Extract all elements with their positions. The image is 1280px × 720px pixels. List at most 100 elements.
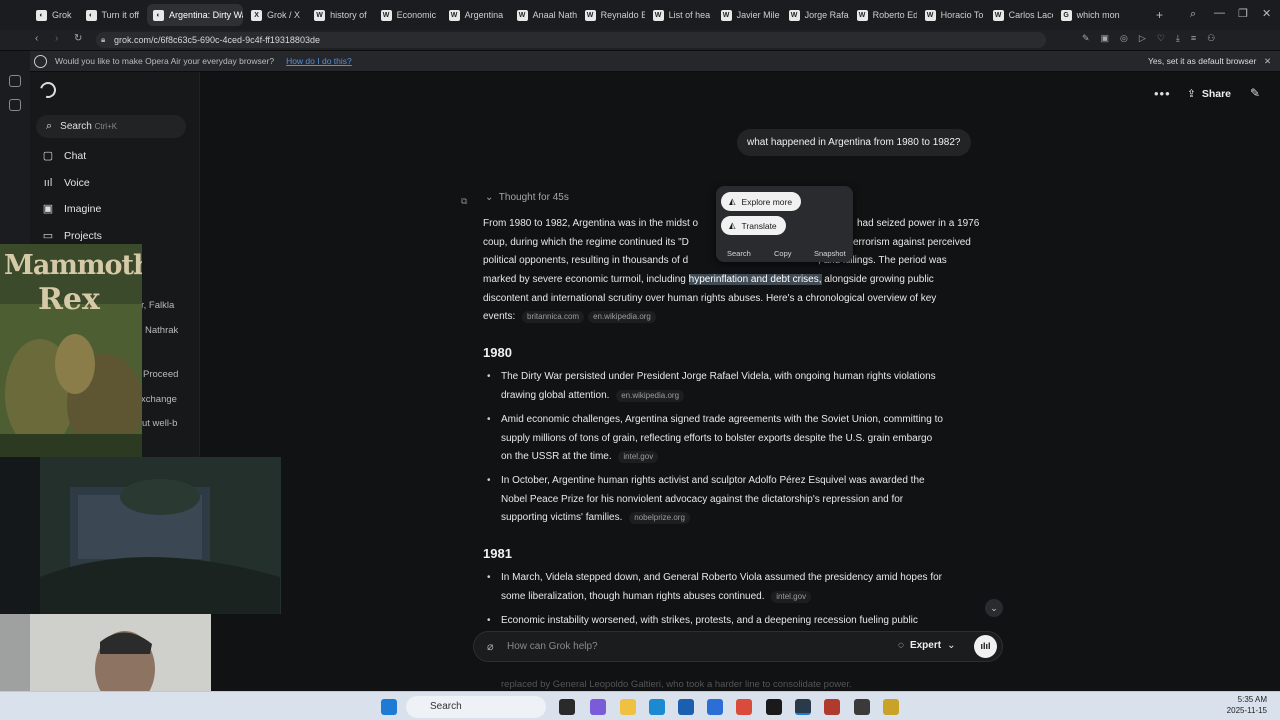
- new-tab-icon[interactable]: +: [1156, 8, 1163, 22]
- browser-tab[interactable]: Gwhich mon: [1055, 4, 1121, 26]
- tab-label: Economic: [396, 10, 437, 20]
- browser-tab[interactable]: W Economic: [375, 4, 441, 26]
- year-heading: 1980: [483, 345, 512, 360]
- browser-tab[interactable]: W Argentina: [443, 4, 509, 26]
- source-chip[interactable]: en.wikipedia.org: [616, 389, 685, 402]
- toolbar-icons[interactable]: ✎▣◎▷♡⤓≡⚇: [1082, 33, 1226, 44]
- tab-label: Argentina: [464, 10, 504, 20]
- source-chip[interactable]: en.wikipedia.org: [588, 311, 656, 323]
- browser-tab[interactable]: W Reynaldo B: [579, 4, 645, 26]
- opera-air-icon[interactable]: [795, 699, 811, 715]
- browser-tab[interactable]: W Carlos Laco: [987, 4, 1053, 26]
- task-view-icon[interactable]: [559, 699, 575, 715]
- app-icon[interactable]: [707, 699, 723, 715]
- source-chip[interactable]: britannica.com: [522, 311, 585, 323]
- back-icon[interactable]: ‹: [35, 33, 38, 44]
- list-item: The Dirty War persisted under President …: [487, 368, 936, 405]
- scroll-down-icon[interactable]: ⌄: [985, 599, 1003, 617]
- folder-icon: ▭: [42, 230, 54, 242]
- intro-line: political opponents, resulting in thousa…: [483, 255, 689, 266]
- copy-action[interactable]: Copy: [774, 249, 792, 258]
- history-item[interactable]: ut well-b: [142, 418, 177, 429]
- browser-tab[interactable]: W Roberto Ed: [851, 4, 917, 26]
- history-item[interactable]: r, Falkla: [141, 300, 174, 311]
- search-action[interactable]: Search: [727, 249, 751, 258]
- browser-tab[interactable]: Whistory of: [308, 4, 373, 26]
- browser-tab[interactable]: ◐ Grok: [30, 4, 78, 26]
- mode-selector[interactable]: ◌ Expert ⌄: [898, 640, 955, 651]
- source-chip[interactable]: intel.gov: [618, 451, 659, 464]
- history-item[interactable]: xchange: [141, 394, 177, 405]
- tab-label: Horacio To: [940, 10, 984, 20]
- minimize-icon[interactable]: —: [1214, 7, 1225, 19]
- sidebar-item-voice[interactable]: ııl Voice: [42, 177, 90, 189]
- dragon-art: [0, 457, 281, 614]
- search-tabs-icon[interactable]: ⌕: [1190, 8, 1196, 21]
- browser-tab[interactable]: W Anaal Nath: [511, 4, 577, 26]
- browser-tab[interactable]: ◐ Turn it off: [80, 4, 146, 26]
- sidebar-item-imagine[interactable]: ▣ Imagine: [42, 203, 102, 215]
- more-options-icon[interactable]: •••: [1154, 86, 1171, 101]
- infobar-text: Would you like to make Opera Air your ev…: [55, 56, 275, 66]
- new-chat-icon[interactable]: ✎: [1250, 86, 1260, 100]
- wikipedia-icon: W: [788, 9, 800, 21]
- tab-label: List of hea: [668, 10, 711, 20]
- copy-message-icon[interactable]: ⧉: [461, 196, 467, 207]
- browser-tab[interactable]: W Jorge Rafa: [783, 4, 849, 26]
- chrome-icon[interactable]: [736, 699, 752, 715]
- maximize-icon[interactable]: ❐: [1238, 7, 1248, 20]
- browser-tab[interactable]: W Horacio To: [919, 4, 985, 26]
- chevron-down-icon: ⌄: [947, 640, 956, 651]
- source-chip[interactable]: intel.gov: [771, 590, 812, 603]
- clock[interactable]: 5:35 AM 2025-11-15: [1205, 694, 1267, 716]
- explore-more-button[interactable]: ◭ Explore more: [721, 192, 802, 211]
- app-icon[interactable]: [824, 699, 840, 715]
- browser-tab[interactable]: W List of hea: [647, 4, 713, 26]
- lightbulb-icon: ◌: [898, 640, 904, 651]
- message-input[interactable]: How can Grok help?: [507, 641, 598, 652]
- browser-tab[interactable]: X Grok / X: [245, 4, 306, 26]
- tab-label: Javier Mile: [736, 10, 780, 20]
- attach-icon[interactable]: ⌀: [487, 640, 494, 653]
- history-item[interactable]: Nathrak: [145, 325, 178, 336]
- infobar-link[interactable]: How do I do this?: [286, 56, 352, 66]
- opera-extension-icon[interactable]: [9, 99, 21, 111]
- translate-button[interactable]: ◭ Translate: [721, 216, 786, 235]
- store-icon[interactable]: [678, 699, 694, 715]
- forward-icon[interactable]: ›: [55, 33, 58, 44]
- voice-mode-button[interactable]: ılıl: [974, 635, 997, 658]
- intro-line: discontent and international scrutiny ov…: [483, 293, 937, 304]
- taskbar-search[interactable]: Search: [406, 696, 546, 718]
- translate-label: Translate: [741, 220, 777, 231]
- reload-icon[interactable]: ↻: [74, 33, 82, 44]
- file-explorer-icon[interactable]: [620, 699, 636, 715]
- app-icon[interactable]: [883, 699, 899, 715]
- close-window-icon[interactable]: ✕: [1262, 7, 1271, 20]
- opera-home-icon[interactable]: [9, 75, 21, 87]
- thought-toggle[interactable]: ⌄ Thought for 45s: [485, 192, 569, 203]
- tab-label: which mon: [1076, 10, 1120, 20]
- start-icon[interactable]: [381, 699, 397, 715]
- year-heading: 1981: [483, 546, 512, 561]
- tab-label: Grok: [52, 10, 72, 20]
- terminal-icon[interactable]: [766, 699, 782, 715]
- snapshot-action[interactable]: Snapshot: [814, 249, 846, 258]
- edge-icon[interactable]: [649, 699, 665, 715]
- tab-label: Roberto Ed: [872, 10, 917, 20]
- browser-tab[interactable]: ◐ Argentina: Dirty War: [147, 4, 244, 26]
- history-item[interactable]: Proceed: [143, 369, 178, 380]
- copilot-icon[interactable]: [590, 699, 606, 715]
- grok-logo-icon[interactable]: [37, 79, 59, 101]
- share-button[interactable]: ⇪ Share: [1187, 88, 1231, 100]
- app-icon[interactable]: [854, 699, 870, 715]
- search-button[interactable]: ⌕ Search Ctrl+K: [36, 115, 186, 138]
- infobar-close-icon[interactable]: ✕: [1264, 56, 1271, 67]
- browser-tab[interactable]: W Javier Mile: [715, 4, 781, 26]
- url-field[interactable]: 🔒︎ grok.com/c/6f8c63c5-690c-4ced-9c4f-ff…: [96, 32, 1046, 48]
- sidebar-item-chat[interactable]: ▢ Chat: [42, 150, 86, 162]
- sidebar-item-projects[interactable]: ▭ Projects: [42, 230, 102, 242]
- set-default-button[interactable]: Yes, set it as default browser: [1148, 56, 1256, 66]
- source-chip[interactable]: nobelprize.org: [629, 512, 690, 525]
- chevron-down-icon: ⌄: [485, 192, 494, 203]
- address-bar-row: ‹ › ↻ 🔒︎ grok.com/c/6f8c63c5-690c-4ced-9…: [0, 30, 1280, 50]
